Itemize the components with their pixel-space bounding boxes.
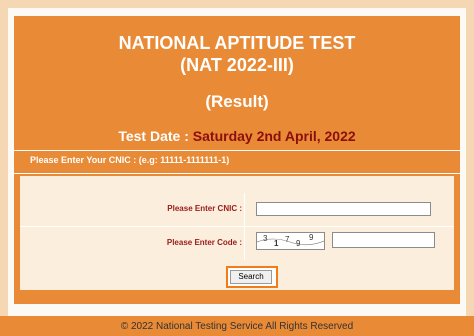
divider: [244, 227, 245, 260]
cnic-input[interactable]: [256, 202, 431, 216]
search-button-frame: Search: [226, 266, 278, 288]
code-row: Please Enter Code : 3 1 7 9 9: [20, 227, 454, 260]
cnic-row: Please Enter CNIC :: [20, 193, 454, 227]
cnic-label: Please Enter CNIC :: [167, 204, 242, 213]
test-date: Test Date : Saturday 2nd April, 2022: [14, 128, 460, 144]
captcha-image: 3 1 7 9 9: [256, 232, 325, 250]
test-name: (NAT 2022-III): [180, 55, 294, 75]
footer: © 2022 National Testing Service All Righ…: [0, 316, 474, 336]
code-input[interactable]: [332, 232, 435, 248]
captcha-noise-icon: [257, 238, 324, 246]
search-button[interactable]: Search: [230, 270, 272, 284]
copyright-text: © 2022 National Testing Service All Righ…: [120, 321, 354, 332]
result-panel: NATIONAL APTITUDE TEST (NAT 2022-III) (R…: [14, 16, 460, 304]
test-date-label: Test Date :: [118, 128, 189, 144]
instruction-row: Please Enter Your CNIC : (e.g: 11111-111…: [14, 150, 460, 174]
result-heading: (Result): [205, 92, 269, 111]
code-label: Please Enter Code :: [166, 238, 242, 247]
result-form: Please Enter CNIC : Please Enter Code : …: [20, 176, 454, 290]
header: NATIONAL APTITUDE TEST (NAT 2022-III) (R…: [14, 16, 460, 148]
divider: [244, 193, 245, 226]
page-title: NATIONAL APTITUDE TEST: [118, 33, 356, 53]
cnic-instruction: Please Enter Your CNIC : (e.g: 11111-111…: [30, 155, 230, 165]
test-date-value: Saturday 2nd April, 2022: [192, 128, 356, 144]
